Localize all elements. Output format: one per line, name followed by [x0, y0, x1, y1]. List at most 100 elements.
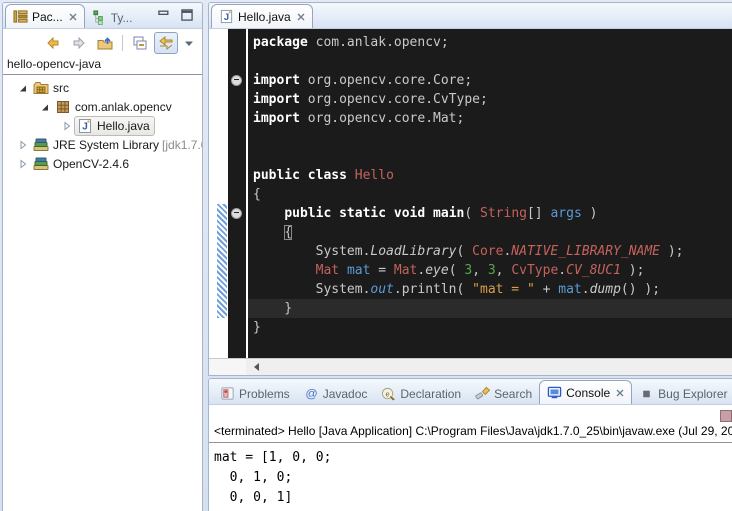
declaration-icon: e: [381, 386, 396, 401]
package-icon: [55, 99, 72, 115]
library-icon: [33, 137, 50, 153]
code-line: public static void main( String[] args ): [248, 204, 732, 223]
square-icon: [639, 386, 654, 401]
scrollbar-spacer: [209, 359, 246, 375]
tree-item-opencv-2-4-6[interactable]: OpenCV-2.4.6: [3, 154, 202, 173]
range-indicator: [217, 204, 227, 318]
console-output[interactable]: mat = [1, 0, 0; 0, 1, 0; 0, 0, 1]: [209, 443, 732, 508]
tab-label: Search: [494, 387, 532, 401]
svg-text:J: J: [82, 121, 88, 132]
code-line: import org.opencv.core.Core;: [248, 71, 732, 90]
tree-item-com-anlak-opencv[interactable]: com.anlak.opencv: [3, 97, 202, 116]
close-icon[interactable]: [69, 13, 77, 21]
tree-item-label: src: [53, 81, 69, 95]
package-explorer-icon: [13, 9, 28, 24]
tab-label: Declaration: [400, 387, 461, 401]
view-tab-bug-explorer[interactable]: Bug Explorer: [632, 383, 732, 404]
code-line: System.out.println( "mat = " + mat.dump(…: [248, 280, 732, 299]
code-line: [248, 52, 732, 71]
view-menu-icon[interactable]: [180, 32, 198, 54]
java-file-icon: J: [219, 9, 234, 24]
toolbar-separator: [122, 35, 123, 51]
tree-item-label: JRE System Library: [53, 138, 159, 152]
tab-label: Console: [566, 386, 610, 400]
back-icon[interactable]: [41, 32, 65, 54]
tree-item-label: com.anlak.opencv: [75, 100, 172, 114]
tree-item-label: Hello.java: [97, 119, 150, 133]
tree-item-label: OpenCV-2.4.6: [53, 157, 129, 171]
library-icon: [33, 156, 50, 172]
type-hierarchy-icon: [92, 10, 107, 25]
tree-item-content: com.anlak.opencv: [52, 97, 177, 117]
folding-ruler[interactable]: [228, 29, 246, 359]
editor-body: package com.anlak.opencv; import org.open…: [209, 29, 732, 359]
view-tab-declaration[interactable]: e Declaration: [374, 383, 468, 404]
tab-label: Pac...: [32, 10, 63, 24]
java-file-icon: J: [77, 118, 94, 134]
project-tree: src com.anlak.opencv J Hello.java JRE System…: [3, 75, 202, 173]
code-line: {: [248, 223, 732, 242]
collapse-arrow-icon[interactable]: [59, 121, 74, 131]
maximize-icon[interactable]: [179, 8, 195, 22]
tree-item-jre-system-library[interactable]: JRE System Library [jdk1.7.0_25]: [3, 135, 202, 154]
package-folder-icon: [33, 80, 50, 96]
tree-item-content: OpenCV-2.4.6: [30, 154, 134, 174]
link-with-editor-icon[interactable]: [154, 32, 178, 54]
tab-label: Problems: [239, 387, 290, 401]
view-tab-search[interactable]: Search: [468, 383, 539, 404]
code-line: Mat mat = Mat.eye( 3, 3, CvType.CV_8UC1 …: [248, 261, 732, 280]
code-line: package com.anlak.opencv;: [248, 33, 732, 52]
editor-tabbar: J Hello.java: [209, 3, 732, 29]
annotation-ruler[interactable]: [209, 29, 228, 359]
editor-panel: J Hello.java package com.anlak.opencv; imp…: [208, 2, 732, 376]
svg-text:@: @: [305, 386, 317, 400]
fold-collapse-icon[interactable]: [231, 208, 242, 219]
close-icon[interactable]: [616, 389, 624, 397]
scroll-left-arrow-icon[interactable]: [250, 363, 259, 371]
code-editor[interactable]: package com.anlak.opencv; import org.open…: [246, 29, 732, 359]
code-line: {: [248, 185, 732, 204]
package-explorer-toolbar: [3, 29, 202, 55]
view-tab-problems[interactable]: Problems: [213, 383, 297, 404]
console-toolbar-icon[interactable]: [720, 410, 732, 422]
tree-item-content: JRE System Library [jdk1.7.0_25]: [30, 135, 203, 155]
console-tabbar: Problems @Javadoc e Declaration Search Consol…: [209, 379, 732, 405]
tree-item-src[interactable]: src: [3, 78, 202, 97]
console-toolbar: [209, 405, 732, 424]
svg-text:J: J: [224, 12, 229, 22]
console-panel: Problems @Javadoc e Declaration Search Consol…: [208, 378, 732, 511]
code-line: public class Hello: [248, 166, 732, 185]
collapse-all-icon[interactable]: [128, 32, 152, 54]
forward-icon[interactable]: [67, 32, 91, 54]
minimize-icon[interactable]: [156, 8, 172, 22]
tab-label: Ty...: [111, 11, 133, 25]
code-line: import org.opencv.core.CvType;: [248, 90, 732, 109]
svg-text:e: e: [386, 389, 390, 398]
javadoc-icon: @: [304, 386, 319, 401]
view-tab-console[interactable]: Console: [539, 380, 632, 404]
package-explorer-panel: Pac... Ty...: [2, 2, 203, 511]
collapse-arrow-icon[interactable]: [15, 140, 30, 150]
go-up-icon[interactable]: [93, 32, 117, 54]
editor-horizontal-scrollbar[interactable]: [209, 358, 732, 375]
tab-label: Hello.java: [238, 10, 291, 24]
tree-item-content: J Hello.java: [74, 116, 155, 136]
editor-tab-hello-java[interactable]: J Hello.java: [211, 4, 313, 28]
expand-arrow-icon[interactable]: [15, 83, 30, 93]
expand-arrow-icon[interactable]: [37, 102, 52, 112]
scrollbar-track[interactable]: [246, 359, 732, 375]
search-icon: [475, 386, 490, 401]
tree-item-decoration: [jdk1.7.0_25]: [162, 138, 203, 152]
code-line: }: [248, 299, 732, 318]
code-line: import org.opencv.core.Mat;: [248, 109, 732, 128]
view-tab-javadoc[interactable]: @Javadoc: [297, 383, 375, 404]
view-tab-package-explorer[interactable]: Pac...: [5, 4, 85, 28]
fold-collapse-icon[interactable]: [231, 75, 242, 86]
eclipse-window: Pac... Ty...: [0, 0, 732, 511]
close-icon[interactable]: [297, 13, 305, 21]
tree-item-hello-java[interactable]: J Hello.java: [3, 116, 202, 135]
collapse-arrow-icon[interactable]: [15, 159, 30, 169]
code-line: }: [248, 318, 732, 337]
view-tab-type-hierarchy[interactable]: Ty...: [85, 7, 140, 28]
tree-item-content: src: [30, 78, 74, 98]
